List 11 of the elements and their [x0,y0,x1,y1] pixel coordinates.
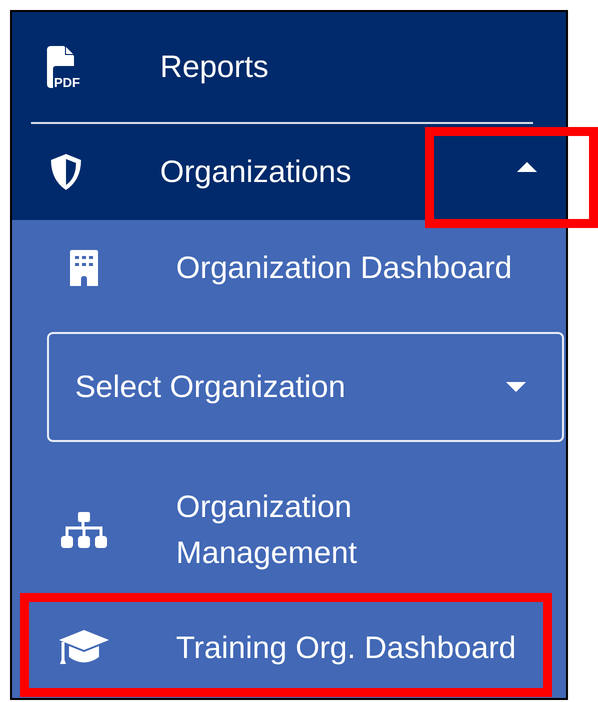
caret-down-icon [506,382,526,392]
shield-icon [49,153,83,191]
sitemap-icon [61,512,107,548]
menu-group-header[interactable]: Organizations [12,124,566,220]
menu-item[interactable]: Training Org. Dashboard [12,600,566,695]
graduation-cap-icon [59,630,109,666]
menu-item[interactable]: Organization Dashboard [12,220,566,315]
menu-item[interactable]: PDF Reports [12,12,566,122]
building-icon [70,250,98,286]
organization-select[interactable]: Select Organization [47,332,564,442]
menu-item[interactable]: Organization Management [12,460,566,600]
